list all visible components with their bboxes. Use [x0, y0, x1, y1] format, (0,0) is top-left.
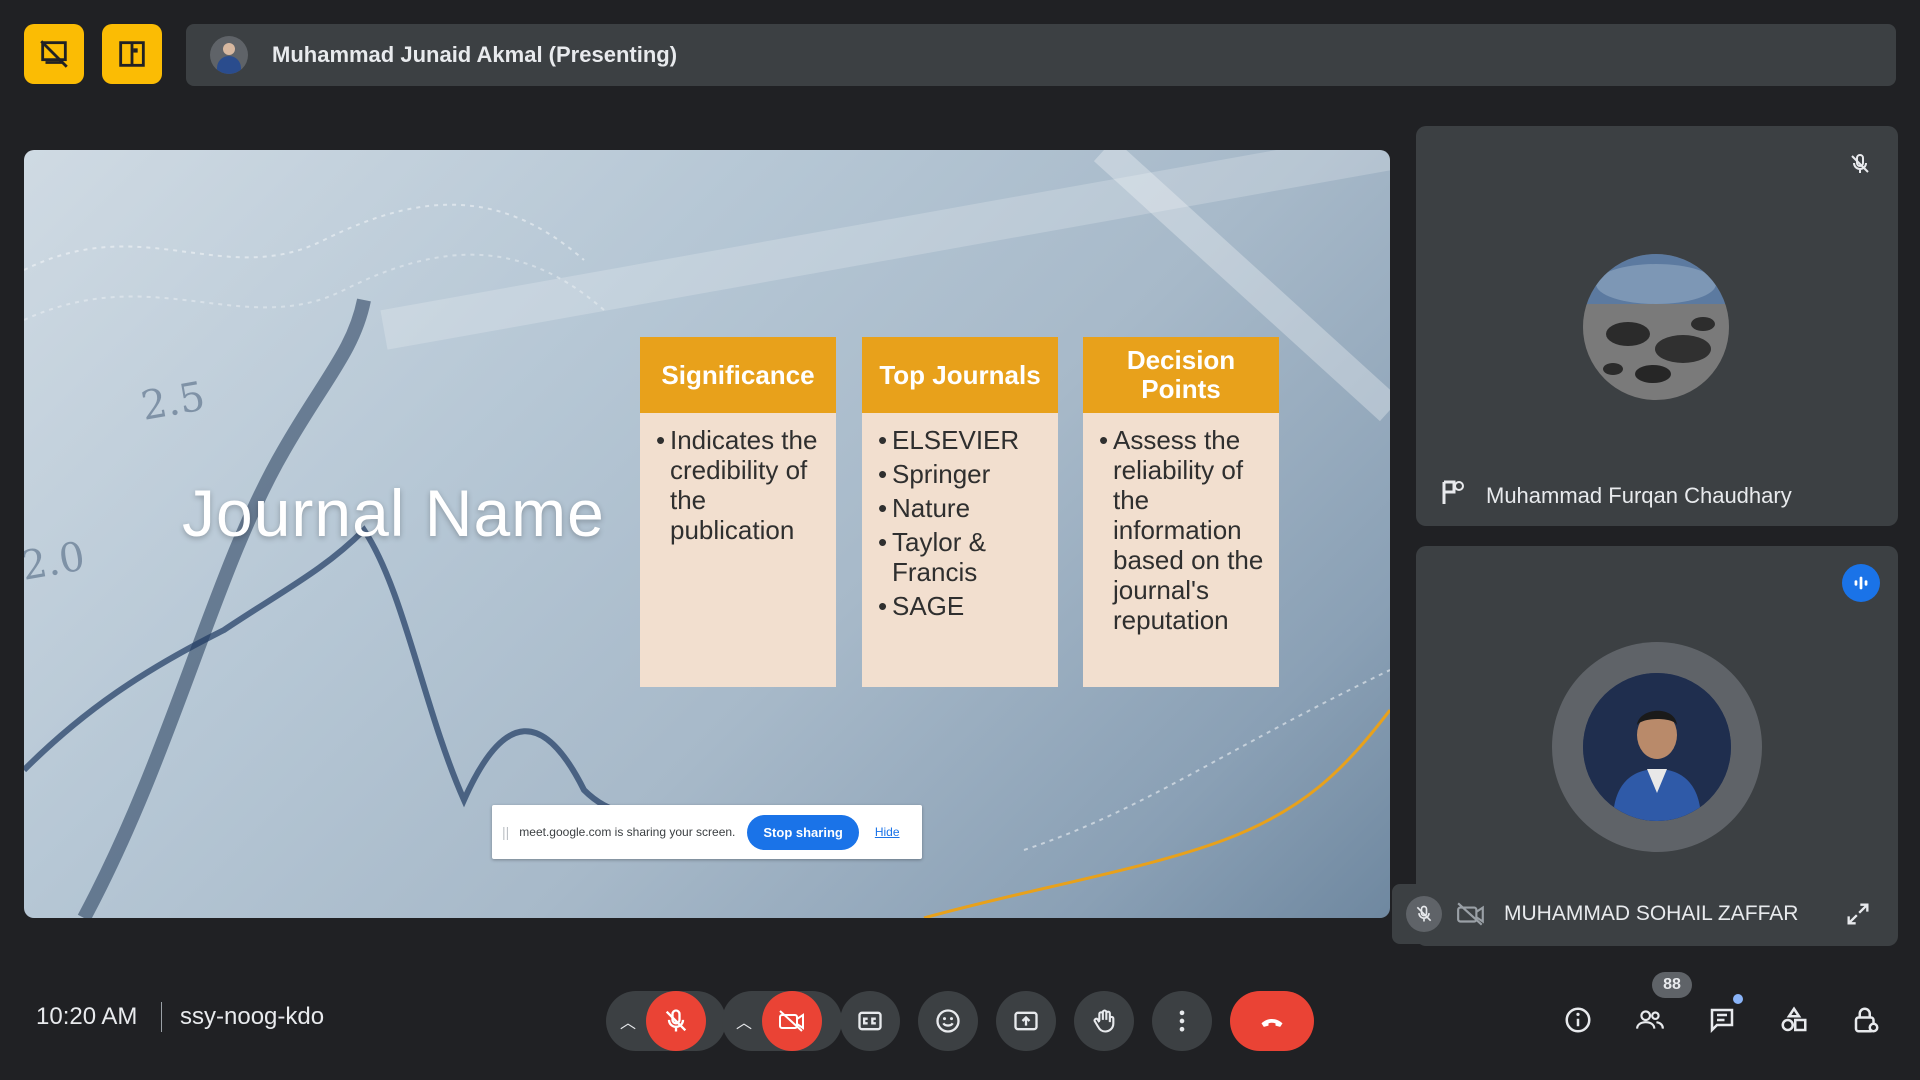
card-significance: Significance Indicates the credibility o…: [640, 337, 836, 687]
meeting-time: 10:20 AM: [36, 1003, 138, 1030]
speaking-indicator-icon: [1842, 564, 1880, 602]
presenter-label: Muhammad Junaid Akmal (Presenting): [272, 42, 678, 67]
info-icon: [1565, 1007, 1591, 1033]
bullet-item: SAGE: [878, 591, 1048, 621]
expand-icon[interactable]: [1844, 900, 1872, 928]
participant-avatar: [1583, 254, 1729, 400]
lock-person-icon: [1854, 1007, 1879, 1033]
top-bar: Muhammad Junaid Akmal (Presenting): [0, 0, 1920, 110]
bullet-item: Indicates the credibility of the publica…: [656, 425, 826, 545]
card-heading: Decision Points: [1083, 337, 1279, 413]
axis-label-2-0: 2.0: [24, 533, 88, 589]
present-screen-button[interactable]: [996, 991, 1056, 1051]
mic-off-icon: [1406, 896, 1442, 932]
activities-button[interactable]: [1774, 1000, 1814, 1040]
card-decision-points: Decision Points Assess the reliability o…: [1083, 337, 1279, 687]
participant-avatar: [1583, 673, 1731, 821]
camera-toggle-button[interactable]: [762, 991, 822, 1051]
present-screen-icon: [1014, 1011, 1038, 1031]
presentation-off-button[interactable]: [24, 24, 84, 84]
chevron-up-icon[interactable]: ︿: [736, 1009, 752, 1033]
reactions-button[interactable]: [918, 991, 978, 1051]
divider: [161, 1002, 162, 1032]
hide-link[interactable]: Hide: [875, 825, 900, 839]
bullet-item: Springer: [878, 459, 1048, 489]
stop-sharing-button[interactable]: Stop sharing: [747, 814, 859, 850]
meeting-code: ssy-noog-kdo: [180, 1003, 325, 1030]
closed-captions-icon: [858, 1011, 882, 1031]
emoji-icon: [936, 1009, 960, 1033]
card-heading: Top Journals: [862, 337, 1058, 413]
more-vertical-icon: [1179, 1010, 1185, 1032]
activities-shapes-icon: [1781, 1006, 1807, 1032]
pin-icon[interactable]: [1440, 478, 1466, 508]
host-controls-button[interactable]: [1846, 1000, 1886, 1040]
shared-screen: 2.5 2.0 Journal Name Significance Indica…: [24, 150, 1390, 918]
microphone-toggle-button[interactable]: [646, 991, 706, 1051]
chevron-up-icon[interactable]: ︿: [620, 1009, 636, 1033]
sidebar-icon: [119, 41, 145, 67]
people-icon: [1636, 1010, 1664, 1029]
drag-handle-icon[interactable]: ||: [502, 824, 509, 840]
hand-icon: [1093, 1009, 1115, 1033]
meeting-details-button[interactable]: [1558, 1000, 1598, 1040]
mic-off-icon: [665, 1009, 687, 1032]
card-bullets: ELSEVIER Springer Nature Taylor & Franci…: [862, 413, 1058, 621]
people-count-badge: 88: [1652, 972, 1692, 998]
bullet-item: Taylor & Francis: [878, 527, 1048, 587]
camera-off-icon: [779, 1010, 804, 1032]
screen-share-banner: || meet.google.com is sharing your scree…: [492, 805, 922, 859]
sidebar-toggle-button[interactable]: [102, 24, 162, 84]
camera-off-icon: [1457, 902, 1484, 926]
leave-call-button[interactable]: [1230, 991, 1314, 1051]
card-heading: Significance: [640, 337, 836, 413]
bullet-item: ELSEVIER: [878, 425, 1048, 455]
bottom-toolbar: 10:20 AM ssy-noog-kdo ︿ ︿ 88: [0, 960, 1920, 1080]
people-button[interactable]: [1630, 1000, 1670, 1040]
bullet-item: Assess the reliability of the informatio…: [1099, 425, 1269, 635]
captions-button[interactable]: [840, 991, 900, 1051]
participant-tile-1[interactable]: Muhammad Furqan Chaudhary: [1416, 126, 1898, 526]
card-top-journals: Top Journals ELSEVIER Springer Nature Ta…: [862, 337, 1058, 687]
participant-name: MUHAMMAD SOHAIL ZAFFAR: [1504, 902, 1799, 925]
more-options-button[interactable]: [1152, 991, 1212, 1051]
slide-title: Journal Name: [182, 476, 605, 550]
presenter-bar[interactable]: Muhammad Junaid Akmal (Presenting): [186, 24, 1896, 86]
card-bullets: Assess the reliability of the informatio…: [1083, 413, 1279, 635]
presentation-off-icon: [40, 40, 68, 68]
mic-off-icon: [1842, 146, 1878, 182]
chat-button[interactable]: [1702, 1000, 1742, 1040]
presenter-avatar: [210, 36, 248, 74]
chat-icon: [1710, 1008, 1734, 1034]
hang-up-icon: [1261, 1018, 1283, 1027]
raise-hand-button[interactable]: [1074, 991, 1134, 1051]
share-message: meet.google.com is sharing your screen.: [519, 825, 736, 839]
participant-footer: MUHAMMAD SOHAIL ZAFFAR: [1392, 884, 1872, 944]
axis-label-2-5: 2.5: [138, 373, 209, 429]
card-bullets: Indicates the credibility of the publica…: [640, 413, 836, 545]
participant-tile-2[interactable]: MUHAMMAD SOHAIL ZAFFAR: [1392, 546, 1898, 946]
participant-name: Muhammad Furqan Chaudhary: [1486, 483, 1792, 508]
bullet-item: Nature: [878, 493, 1048, 523]
